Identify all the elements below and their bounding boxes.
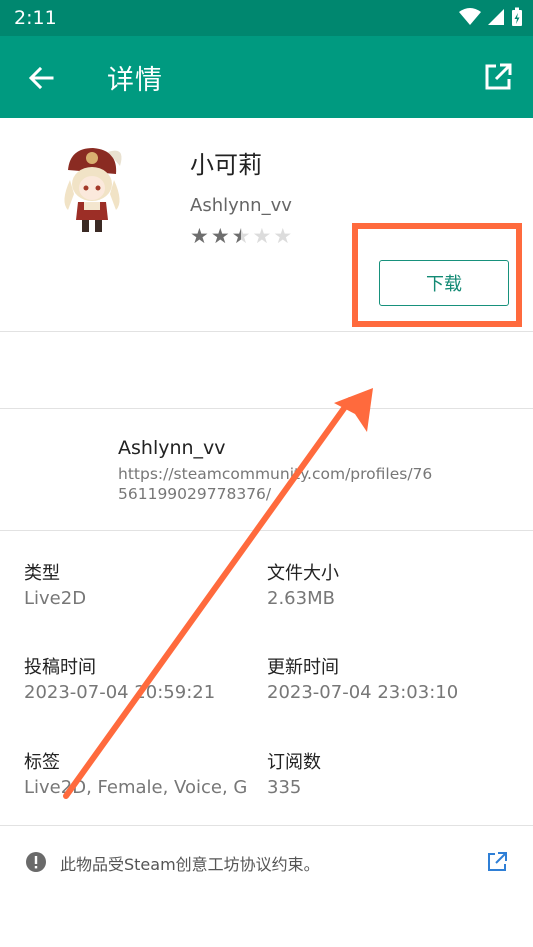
posted-time-label: 投稿时间	[24, 657, 96, 678]
size-value: 2.63MB	[267, 588, 335, 609]
status-bar: 2:11	[0, 0, 533, 36]
divider	[0, 530, 533, 531]
tags-value: Live2D, Female, Voice, G	[24, 777, 246, 798]
divider	[0, 825, 533, 826]
type-label: 类型	[24, 563, 60, 584]
item-thumbnail	[64, 148, 122, 232]
star-half-icon: ★	[231, 224, 251, 248]
item-author[interactable]: Ashlynn_vv	[190, 195, 292, 216]
item-title: 小可莉	[190, 151, 262, 179]
open-external-icon[interactable]	[486, 851, 508, 873]
type-value: Live2D	[24, 588, 87, 609]
wifi-icon	[459, 8, 481, 25]
open-external-icon[interactable]	[483, 62, 513, 92]
size-label: 文件大小	[267, 563, 339, 584]
updated-time-label: 更新时间	[267, 657, 339, 678]
agreement-notice: 此物品受Steam创意工坊协议约束。	[60, 855, 320, 874]
page-title: 详情	[107, 65, 163, 96]
app-bar: 详情	[0, 36, 533, 118]
battery-charging-icon	[512, 7, 522, 26]
status-time: 2:11	[14, 7, 57, 29]
star-icon: ★	[190, 224, 209, 248]
divider	[0, 408, 533, 409]
arrow-left-icon[interactable]	[26, 63, 56, 93]
author-profile-url[interactable]: https://steamcommunity.com/profiles/7656…	[118, 464, 438, 504]
posted-time-value: 2023-07-04 20:59:21	[24, 682, 216, 703]
annotation-highlight-box	[352, 223, 522, 327]
tags-label: 标签	[24, 752, 60, 773]
divider	[0, 331, 533, 332]
star-icon: ★	[210, 224, 230, 248]
updated-time-value: 2023-07-04 23:03:10	[267, 682, 459, 703]
star-icon: ★	[252, 224, 272, 248]
cell-signal-icon	[488, 9, 504, 25]
author-name[interactable]: Ashlynn_vv	[118, 437, 226, 459]
info-alert-icon	[26, 852, 46, 872]
subscriptions-value: 335	[267, 777, 302, 798]
rating-stars: ★ ★ ★ ★ ★	[190, 225, 292, 247]
subscriptions-label: 订阅数	[267, 752, 321, 773]
star-icon: ★	[273, 224, 293, 248]
